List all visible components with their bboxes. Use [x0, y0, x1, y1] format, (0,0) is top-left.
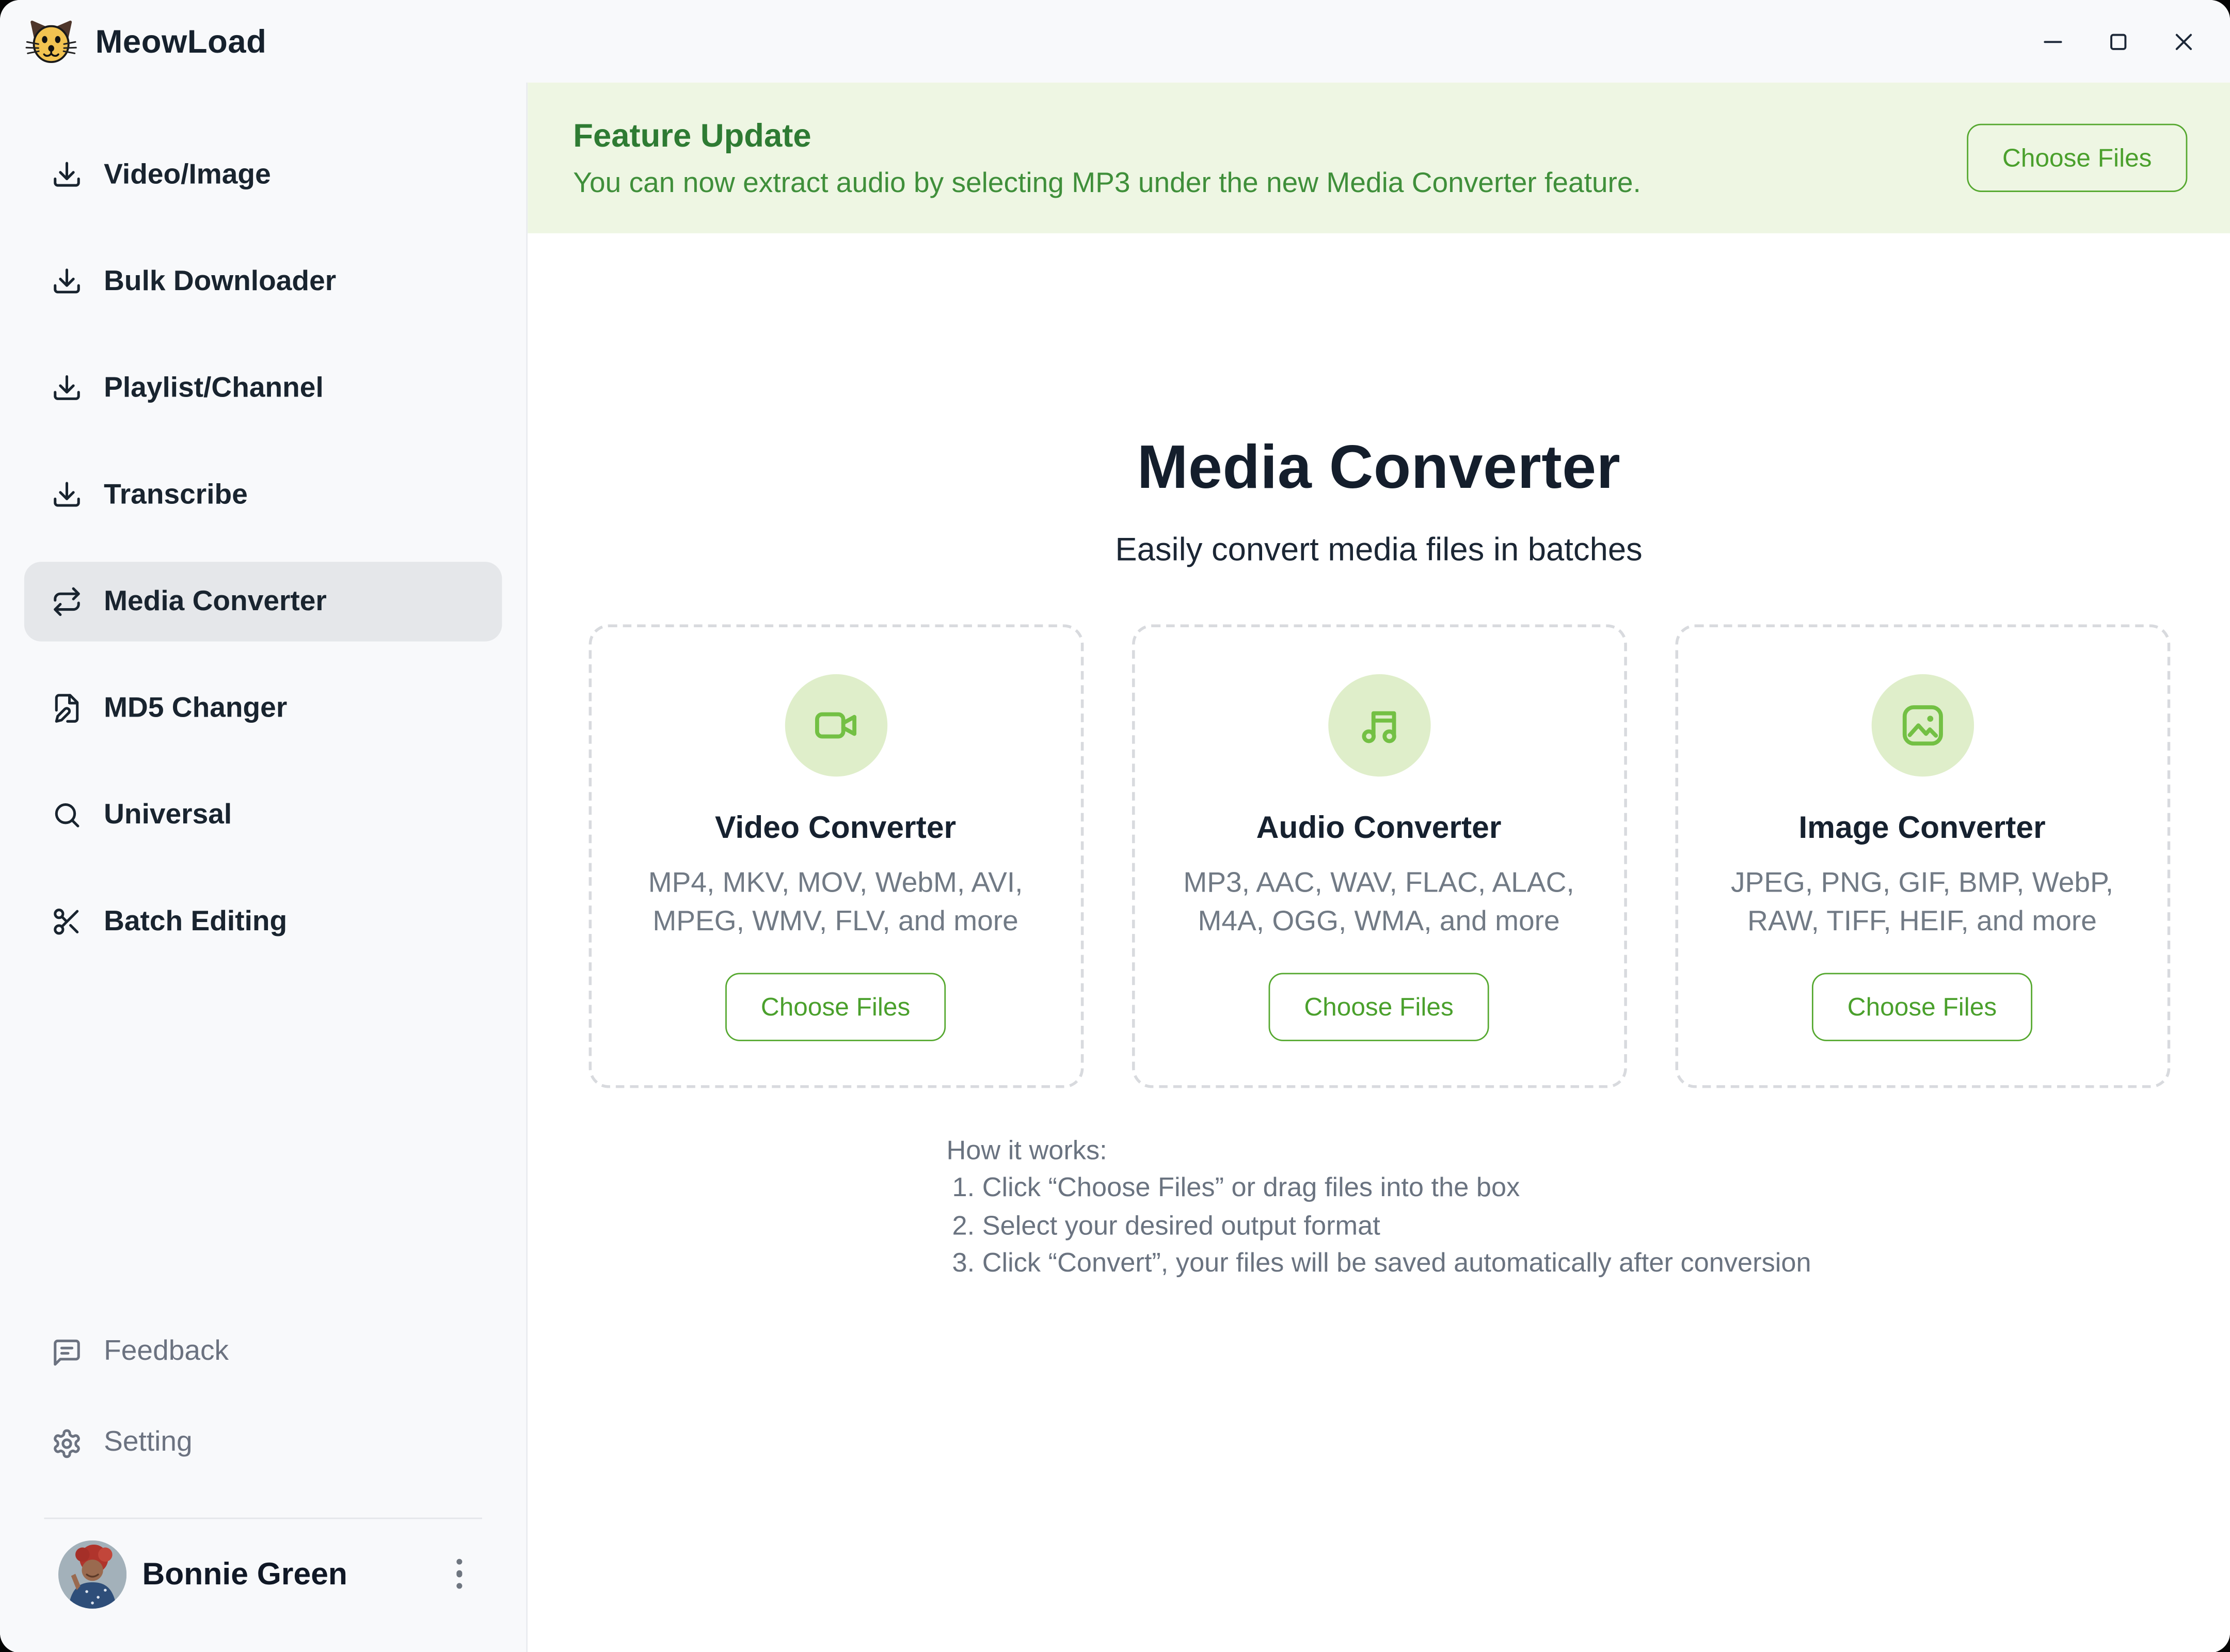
search-icon: [51, 799, 83, 831]
sidebar-item-bulk-downloader[interactable]: Bulk Downloader: [24, 242, 502, 321]
repeat-icon: [51, 586, 83, 617]
audio-icon-circle: [1328, 674, 1430, 776]
sidebar-item-md5-changer[interactable]: MD5 Changer: [24, 669, 502, 748]
sidebar-item-label: Transcribe: [104, 479, 248, 511]
card-formats: MP3, AAC, WAV, FLAC, ALAC, M4A, OGG, WMA…: [1164, 865, 1594, 942]
close-button[interactable]: [2157, 13, 2208, 70]
video-choose-files-button[interactable]: Choose Files: [725, 973, 946, 1041]
card-formats: JPEG, PNG, GIF, BMP, WebP, RAW, TIFF, HE…: [1707, 865, 2137, 942]
image-icon: [1898, 701, 1947, 750]
page-title: Media Converter: [528, 438, 2230, 499]
how-step-1: 1. Click “Choose Files” or drag files in…: [952, 1171, 1811, 1209]
main-content: Feature Update You can now extract audio…: [528, 83, 2230, 1652]
banner-title: Feature Update: [573, 116, 1967, 154]
download-icon: [51, 479, 83, 511]
video-icon-circle: [784, 674, 886, 776]
sidebar-item-feedback[interactable]: Feedback: [24, 1312, 502, 1392]
sidebar: Video/Image Bulk Downloader Playlist/Cha…: [0, 83, 528, 1652]
card-title: Audio Converter: [1256, 812, 1502, 844]
banner-message: You can now extract audio by selecting M…: [573, 167, 1967, 200]
sidebar-item-setting[interactable]: Setting: [24, 1403, 502, 1483]
video-camera-icon: [811, 701, 860, 750]
sidebar-item-label: MD5 Changer: [104, 692, 287, 724]
sidebar-divider: [44, 1517, 482, 1518]
gear-icon: [51, 1427, 83, 1459]
cat-logo-icon: [26, 19, 77, 64]
card-formats: MP4, MKV, MOV, WebM, AVI, MPEG, WMV, FLV…: [621, 865, 1050, 942]
converter-page: Media Converter Easily convert media fil…: [528, 438, 2230, 1284]
video-converter-dropzone[interactable]: Video Converter MP4, MKV, MOV, WebM, AVI…: [588, 624, 1083, 1088]
download-icon: [51, 266, 83, 297]
sidebar-item-video-image[interactable]: Video/Image: [24, 135, 502, 215]
user-menu-kebab-icon[interactable]: [447, 1550, 470, 1597]
how-it-works-heading: How it works:: [946, 1134, 1811, 1171]
minimize-button[interactable]: [2027, 13, 2078, 70]
close-icon: [2171, 29, 2195, 53]
how-step-2: 2. Select your desired output format: [952, 1209, 1811, 1246]
user-profile-row[interactable]: Bonnie Green: [24, 1539, 502, 1608]
sidebar-item-media-converter[interactable]: Media Converter: [24, 562, 502, 641]
sidebar-nav: Video/Image Bulk Downloader Playlist/Cha…: [0, 83, 526, 989]
download-icon: [51, 373, 83, 404]
image-choose-files-button[interactable]: Choose Files: [1812, 973, 2032, 1041]
image-converter-dropzone[interactable]: Image Converter JPEG, PNG, GIF, BMP, Web…: [1675, 624, 2170, 1088]
download-icon: [51, 160, 83, 191]
feature-update-banner: Feature Update You can now extract audio…: [528, 83, 2230, 233]
converter-cards: Video Converter MP4, MKV, MOV, WebM, AVI…: [528, 624, 2230, 1088]
sidebar-footer: Feedback Setting: [0, 1312, 526, 1652]
how-it-works: How it works: 1. Click “Choose Files” or…: [946, 1134, 1811, 1284]
maximize-icon: [2106, 29, 2130, 53]
sidebar-item-label: Batch Editing: [104, 906, 287, 938]
sidebar-item-label: Video/Image: [104, 158, 271, 191]
sidebar-item-label: Universal: [104, 799, 232, 831]
how-step-3: 3. Click “Convert”, your files will be s…: [952, 1246, 1811, 1284]
image-icon-circle: [1871, 674, 1973, 776]
card-title: Image Converter: [1798, 812, 2045, 844]
sidebar-item-label: Bulk Downloader: [104, 265, 336, 298]
sidebar-item-playlist-channel[interactable]: Playlist/Channel: [24, 348, 502, 428]
sidebar-item-label: Playlist/Channel: [104, 372, 324, 404]
banner-choose-files-button[interactable]: Choose Files: [1967, 124, 2187, 192]
page-subtitle: Easily convert media files in batches: [528, 533, 2230, 566]
card-title: Video Converter: [715, 812, 956, 844]
avatar: [58, 1539, 126, 1608]
titlebar: MeowLoad: [0, 0, 2230, 83]
file-pen-icon: [51, 693, 83, 724]
sidebar-item-batch-editing[interactable]: Batch Editing: [24, 882, 502, 961]
audio-converter-dropzone[interactable]: Audio Converter MP3, AAC, WAV, FLAC, ALA…: [1132, 624, 1627, 1088]
sidebar-item-label: Setting: [104, 1426, 193, 1459]
scissors-icon: [51, 906, 83, 938]
minimize-icon: [2040, 29, 2064, 53]
sidebar-item-label: Feedback: [104, 1336, 229, 1368]
maximize-button[interactable]: [2092, 13, 2143, 70]
sidebar-item-transcribe[interactable]: Transcribe: [24, 455, 502, 535]
sidebar-item-label: Media Converter: [104, 585, 327, 618]
audio-choose-files-button[interactable]: Choose Files: [1268, 973, 1489, 1041]
user-name: Bonnie Green: [142, 1555, 347, 1593]
app-window: MeowLoad Video/Image Bulk Downloader Pla: [0, 0, 2230, 1652]
feedback-message-icon: [51, 1336, 83, 1368]
sidebar-item-universal[interactable]: Universal: [24, 775, 502, 855]
music-note-icon: [1355, 701, 1403, 750]
app-title: MeowLoad: [95, 22, 267, 60]
